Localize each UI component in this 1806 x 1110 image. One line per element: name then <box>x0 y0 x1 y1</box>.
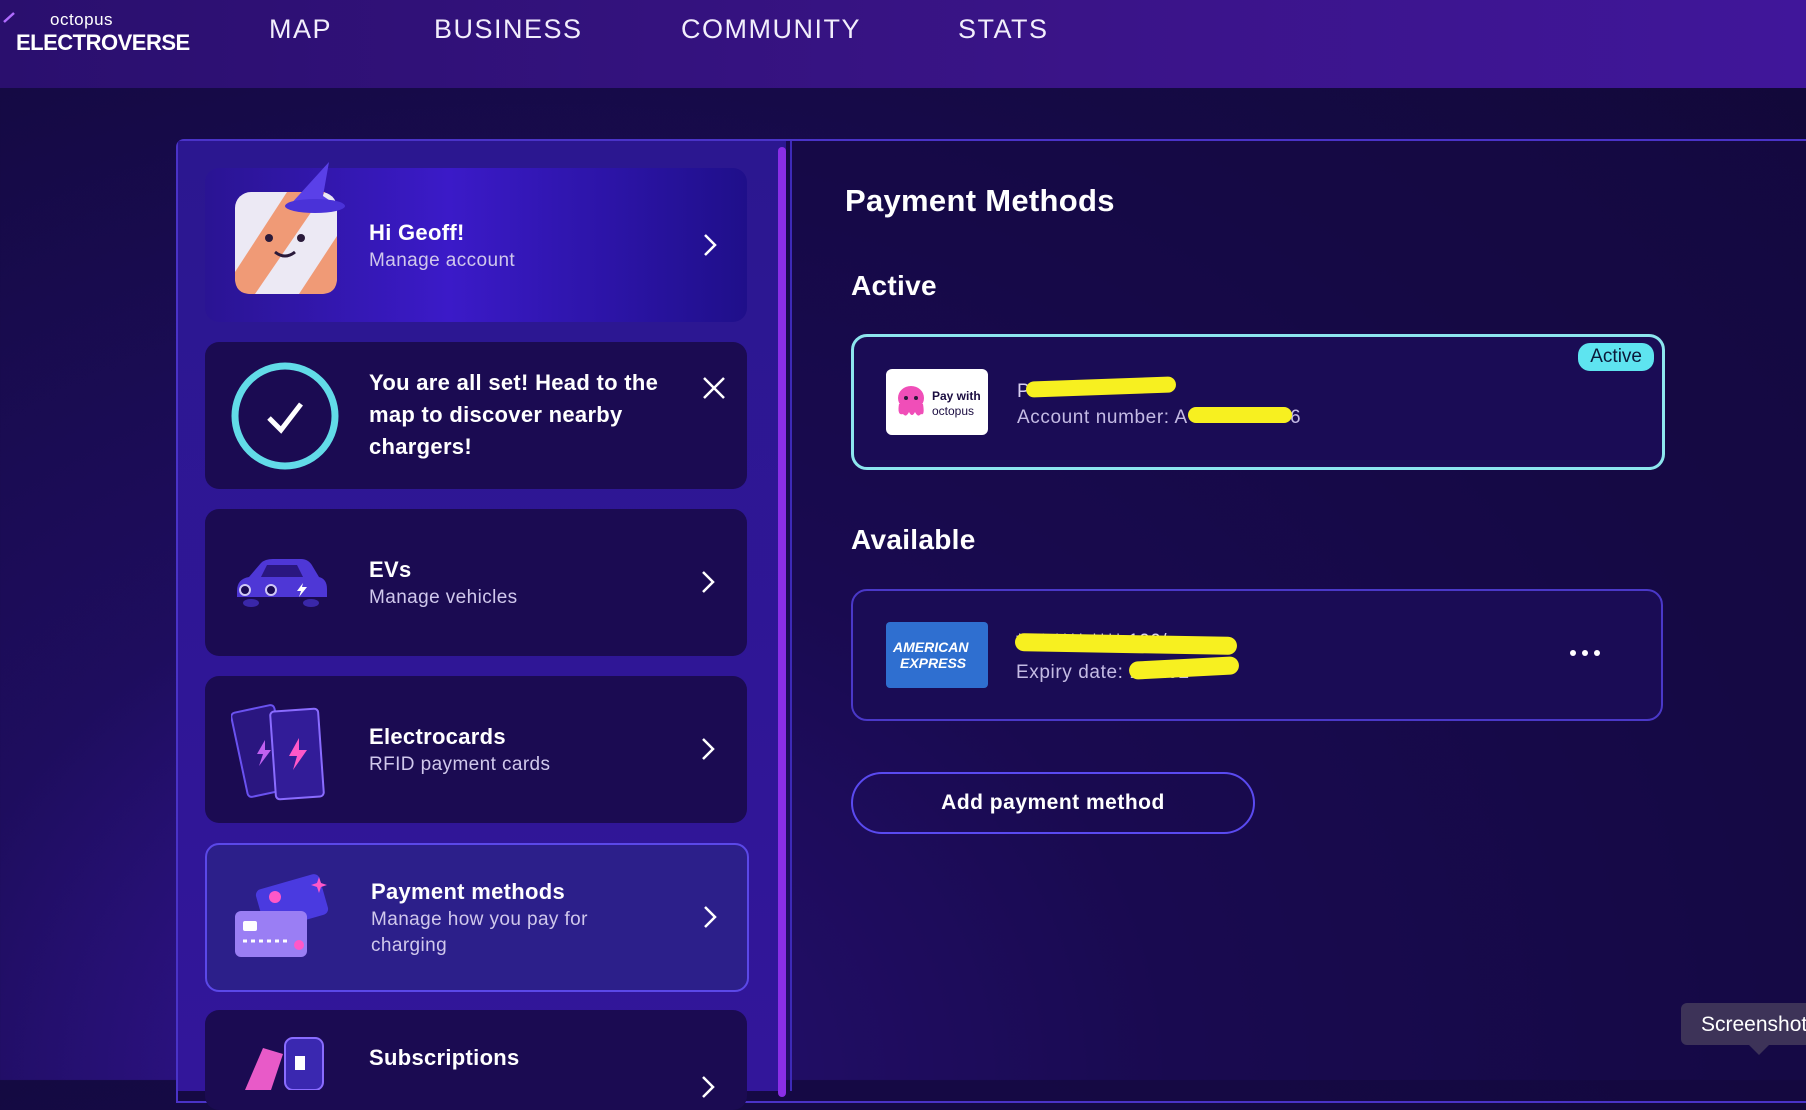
sidebar-scrollbar[interactable] <box>778 147 786 1097</box>
notice-line-3: chargers! <box>369 434 472 459</box>
redaction-mark <box>1128 656 1240 680</box>
active-status-badge: Active <box>1578 343 1654 371</box>
panel-divider <box>790 141 792 1091</box>
more-options-icon[interactable] <box>1568 646 1602 660</box>
chevron-right-icon <box>702 1076 715 1098</box>
logo-octopus-text: octopus <box>50 10 114 29</box>
tooltip-text: Screenshot <box>1701 1013 1806 1036</box>
car-icon <box>237 559 327 607</box>
check-circle-icon <box>231 362 339 470</box>
electrocards-icon <box>231 704 325 801</box>
notice-line-1: You are all set! Head to the <box>369 370 659 395</box>
sidebar-item-payment-methods[interactable]: Payment methods Manage how you pay for c… <box>205 843 749 992</box>
sidebar-item-electrocards[interactable]: Electrocards RFID payment cards <box>205 676 747 823</box>
octopus-icon <box>898 386 924 416</box>
active-method-account-prefix: Account number: A <box>1017 407 1188 428</box>
electrocards-title: Electrocards <box>369 724 506 749</box>
screenshot-tooltip: Screenshot <box>1681 1003 1806 1055</box>
notice-line-2: map to discover nearby <box>369 402 623 427</box>
electroverse-logo[interactable]: octopus ELECTROVERSE <box>3 10 190 56</box>
chevron-right-icon <box>702 738 715 760</box>
nav-stats[interactable]: STATS <box>958 14 1049 45</box>
pay-with-octopus-logo: Pay with octopus <box>886 369 988 435</box>
logo-line-2: octopus <box>932 404 975 418</box>
payment-cards-icon <box>235 874 329 957</box>
sidebar-item-account[interactable]: Hi Geoff! Manage account <box>205 162 747 322</box>
setup-complete-notice: You are all set! Head to the map to disc… <box>205 342 747 489</box>
redaction-mark <box>1025 376 1177 398</box>
chevron-right-icon <box>702 571 715 593</box>
payment-methods-subtitle-1: Manage how you pay for <box>371 909 588 930</box>
sidebar-item-subscriptions[interactable]: Subscriptions <box>205 1010 747 1110</box>
subscriptions-title: Subscriptions <box>369 1045 520 1070</box>
sidebar-item-evs[interactable]: EVs Manage vehicles <box>205 509 747 656</box>
available-payment-method-card[interactable]: AMERICAN EXPRESS **** **** **** 100/ Exp… <box>851 589 1663 721</box>
chevron-right-icon <box>704 234 717 256</box>
active-section-heading: Active <box>851 270 937 301</box>
subscriptions-icon <box>245 1037 324 1090</box>
add-payment-method-button[interactable]: Add payment method <box>851 772 1255 834</box>
logo-electroverse-text: ELECTROVERSE <box>16 30 190 55</box>
page-title: Payment Methods <box>845 183 1115 218</box>
chevron-right-icon <box>704 906 717 928</box>
available-section-heading: Available <box>851 524 976 555</box>
logo-line-1: Pay with <box>932 389 981 403</box>
payment-methods-title: Payment methods <box>371 879 565 904</box>
avatar <box>235 162 345 294</box>
close-icon[interactable] <box>702 376 726 400</box>
active-payment-method-card[interactable]: Pay with octopus Pri Account number: A 6… <box>851 334 1665 470</box>
top-nav-bar: octopus ELECTROVERSE MAP BUSINESS COMMUN… <box>0 0 1806 88</box>
nav-business[interactable]: BUSINESS <box>434 14 583 45</box>
amex-line-1: AMERICAN <box>893 639 969 655</box>
nav-community[interactable]: COMMUNITY <box>681 14 861 45</box>
evs-subtitle: Manage vehicles <box>369 587 518 608</box>
logo-bolt-icon <box>3 12 15 23</box>
active-method-account-suffix: 6 <box>1290 407 1302 428</box>
evs-title: EVs <box>369 557 412 582</box>
nav-map[interactable]: MAP <box>269 14 332 45</box>
electrocards-subtitle: RFID payment cards <box>369 754 551 775</box>
account-greeting: Hi Geoff! <box>369 220 465 245</box>
redaction-mark <box>1188 407 1292 423</box>
redaction-mark <box>1014 633 1238 655</box>
amex-line-2: EXPRESS <box>900 655 967 671</box>
payment-methods-subtitle-2: charging <box>371 935 448 956</box>
account-subtitle: Manage account <box>369 250 516 271</box>
american-express-logo: AMERICAN EXPRESS <box>886 622 988 688</box>
